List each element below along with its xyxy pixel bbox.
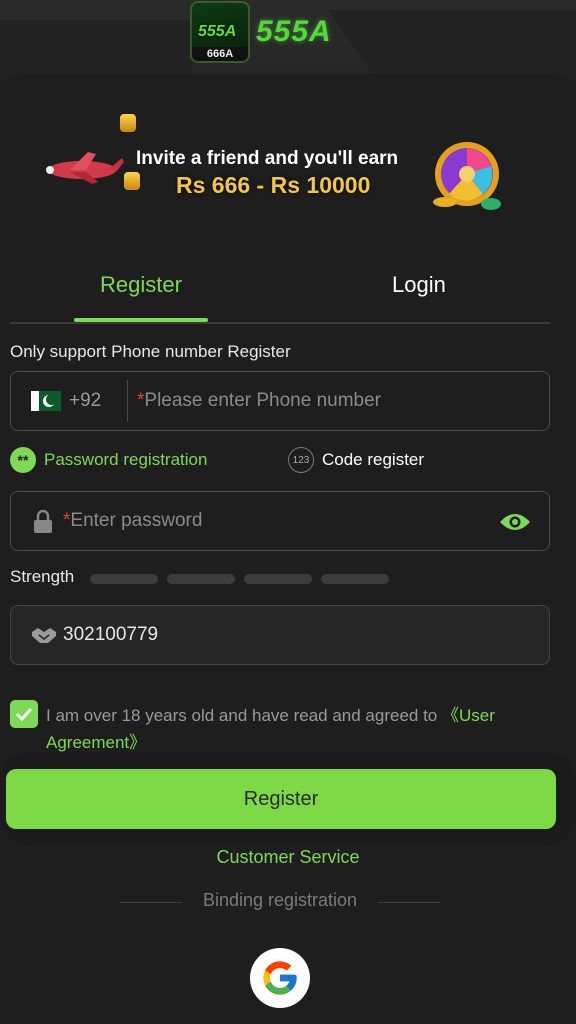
code-register-option[interactable]: 123 Code register [288,447,424,473]
lock-icon [34,510,52,533]
invite-code-input[interactable]: 302100779 [10,605,550,665]
google-login-button[interactable] [250,948,310,1008]
app-logo: 555A 666A 555A [190,0,332,64]
logo-badge-subtext: 666A [192,47,248,61]
airplane-icon [46,152,124,184]
password-strength: Strength [10,567,550,591]
banner-headline: Invite a friend and you'll earn [136,148,399,169]
active-tab-indicator [74,318,208,322]
country-code-selector[interactable]: +92 [69,390,101,412]
binding-registration-label: Binding registration [202,890,358,910]
register-button[interactable]: Register [6,769,556,829]
strength-bar-segment [90,574,158,584]
pakistan-flag-icon [31,391,61,411]
code-register-label: Code register [322,450,425,469]
header-decoration [327,10,576,80]
check-icon [15,707,33,721]
coin-icon [124,172,140,190]
user-agreement: I am over 18 years old and have read and… [10,700,555,760]
top-header-band: 555A 666A 555A [0,0,576,80]
registration-method-options: ** Password registration 123 Code regist… [10,447,550,475]
header-decoration [0,20,221,80]
invite-banner[interactable]: Invite a friend and you'll earn Rs 666 -… [36,108,526,218]
auth-tabs: Register Login [10,262,550,324]
strength-bar-segment [244,574,312,584]
tab-login[interactable]: Login [392,272,446,298]
password-placeholder: *Enter password [63,510,203,531]
invite-code-value: 302100779 [63,624,159,645]
password-radio-icon: ** [10,447,36,473]
support-notice: Only support Phone number Register [10,342,291,361]
phone-input[interactable]: +92 *Please enter Phone number [10,371,550,431]
prize-wheel-icon [433,142,501,210]
customer-service-link[interactable]: Customer Service [0,847,576,868]
binding-registration-divider: Binding registration [120,890,440,916]
password-registration-label: Password registration [44,450,208,469]
agree-checkbox[interactable] [10,700,38,728]
banner-amount: Rs 666 - Rs 10000 [176,172,371,198]
strength-label: Strength [10,567,75,586]
handshake-icon [32,628,56,643]
tab-register[interactable]: Register [100,272,182,298]
logo-badge: 555A 666A [190,1,250,63]
show-password-eye-icon[interactable] [499,512,531,532]
strength-bar-segment [321,574,389,584]
phone-placeholder: *Please enter Phone number [137,390,382,411]
code-radio-icon: 123 [288,447,314,473]
divider [127,380,128,422]
logo-badge-text: 555A [198,23,237,40]
agreement-text: I am over 18 years old and have read and… [46,706,495,752]
password-input[interactable]: *Enter password [10,491,550,551]
password-registration-option[interactable]: ** Password registration [10,447,207,473]
logo-wordmark: 555A [256,15,332,48]
google-icon [263,961,297,995]
coin-icon [120,114,136,132]
strength-bar-segment [167,574,235,584]
